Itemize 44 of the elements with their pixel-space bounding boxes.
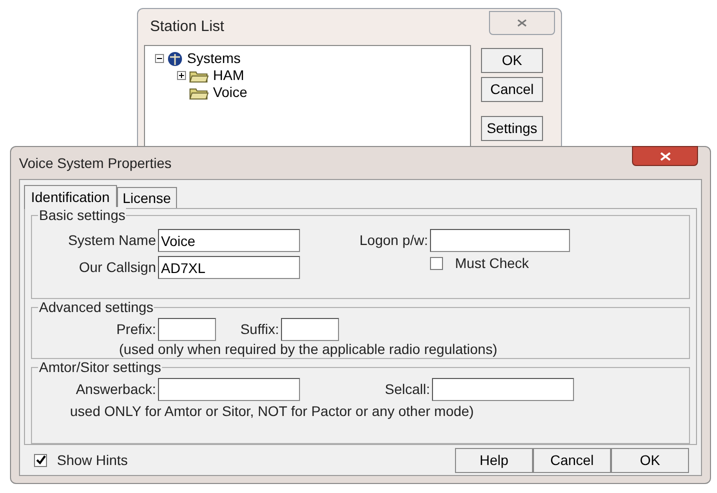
close-icon — [516, 18, 528, 28]
tab[interactable]: License — [116, 187, 177, 208]
dialog-button[interactable]: Cancel — [481, 77, 543, 102]
close-icon — [660, 152, 670, 160]
folder-icon — [189, 68, 209, 82]
expander-icon[interactable] — [177, 71, 186, 80]
field-label: Prefix: — [115, 320, 157, 339]
close-button[interactable] — [632, 146, 698, 166]
window-title: Station List — [150, 16, 224, 37]
hint-text: used ONLY for Amtor or Sitor, NOT for Pactor or any other mode) — [70, 403, 475, 419]
dialog-button[interactable]: Help — [455, 448, 533, 472]
dialog-button[interactable]: OK — [611, 448, 689, 472]
field-label: System Name — [67, 231, 157, 250]
expander-icon[interactable] — [155, 54, 164, 63]
dialog-button[interactable]: Settings — [481, 116, 543, 141]
input-field[interactable] — [432, 378, 574, 401]
field-label: Suffix: — [239, 320, 280, 339]
checkbox-label: Show Hints — [57, 450, 128, 470]
checkbox-label: Must Check — [455, 255, 529, 271]
plus-icon — [178, 72, 185, 79]
checkbox[interactable] — [430, 256, 443, 270]
field-label: Our Callsign — [78, 258, 157, 277]
input-field[interactable]: Voice — [158, 229, 300, 252]
input-field[interactable] — [158, 378, 300, 401]
field-label: Selcall: — [384, 380, 431, 399]
hint-text: (used only when required by the applicable radio regulations) — [119, 341, 498, 357]
checkmark-icon — [36, 455, 46, 465]
group-legend: Basic settings — [38, 207, 126, 223]
minus-icon — [156, 55, 163, 62]
group-legend: Amtor/Sitor settings — [38, 359, 162, 375]
folder-icon — [189, 86, 209, 100]
input-field[interactable] — [158, 318, 216, 341]
dialog-button[interactable]: OK — [481, 48, 543, 73]
field-label: Logon p/w: — [358, 231, 429, 250]
tab[interactable]: Identification — [24, 185, 117, 209]
checkbox[interactable] — [34, 454, 47, 466]
globe-icon — [167, 50, 183, 66]
window-title: Voice System Properties — [19, 154, 172, 173]
input-field[interactable] — [430, 229, 570, 252]
input-field[interactable]: AD7XL — [158, 256, 300, 279]
field-label: Answerback: — [74, 380, 157, 399]
group-legend: Advanced settings — [38, 299, 154, 315]
input-field[interactable] — [281, 318, 339, 341]
dialog-button[interactable]: Cancel — [533, 448, 611, 472]
